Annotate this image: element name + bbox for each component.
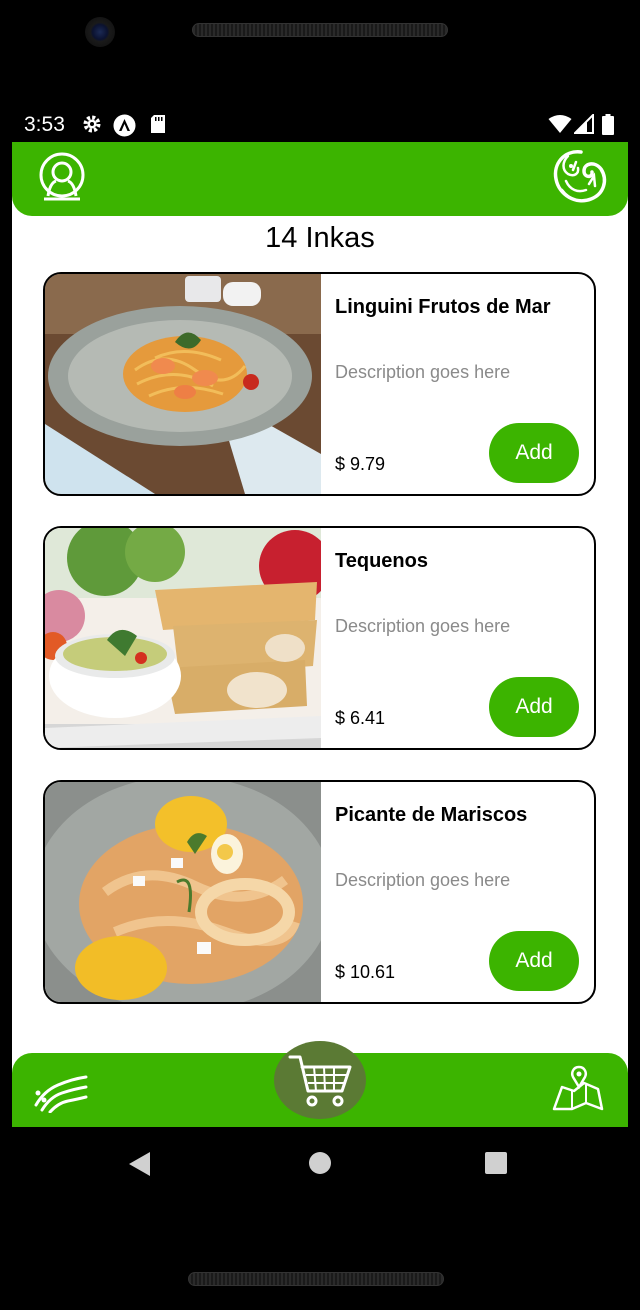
profile-icon[interactable]: [36, 151, 88, 203]
status-bar: 3:53: [12, 104, 628, 144]
back-icon[interactable]: [128, 1151, 152, 1177]
menu-item-description: Description goes here: [335, 362, 511, 382]
recents-icon[interactable]: [484, 1151, 508, 1175]
brand-logo-icon: [553, 150, 607, 203]
add-to-cart-button[interactable]: Add: [489, 931, 579, 991]
bottom-speaker: [188, 1272, 444, 1286]
app-notification-icon: [113, 114, 136, 137]
settings-icon: [83, 115, 101, 133]
menu-item-price: $ 9.79: [335, 454, 386, 474]
battery-icon: [602, 114, 614, 135]
menu-item-price: $ 10.61: [335, 962, 396, 982]
menu-item-description: Description goes here: [335, 616, 511, 636]
menu-item-description: Description goes here: [335, 870, 511, 890]
linguini-dish-image: [45, 274, 321, 494]
cart-button[interactable]: [274, 1041, 366, 1119]
top-app-bar: [12, 142, 628, 216]
wifi-icon[interactable]: [32, 1067, 90, 1113]
front-camera: [85, 17, 115, 47]
menu-item-card: Picante de Mariscos Description goes her…: [43, 780, 596, 1004]
app-screen: 14 Inkas Linguini Frutos de Mar Descript…: [12, 142, 628, 1127]
menu-item-name: Tequenos: [335, 550, 428, 572]
menu-item-price: $ 6.41: [335, 708, 386, 728]
system-navigation-bar: [12, 1127, 628, 1199]
add-to-cart-button[interactable]: Add: [489, 677, 579, 737]
add-to-cart-button[interactable]: Add: [489, 423, 579, 483]
status-time: 3:53: [24, 113, 65, 136]
page-title: 14 Inkas: [265, 222, 375, 254]
cell-signal-icon: [574, 114, 594, 134]
menu-item-name: Picante de Mariscos: [335, 804, 528, 826]
tequenos-dish-image: [45, 528, 321, 748]
wifi-signal-icon: [548, 115, 572, 133]
earpiece-speaker: [192, 23, 448, 37]
menu-item-card: Linguini Frutos de Mar Description goes …: [43, 272, 596, 496]
map-icon[interactable]: [552, 1065, 604, 1113]
picante-de-mariscos-dish-image: [45, 782, 321, 1002]
menu-item-name: Linguini Frutos de Mar: [335, 296, 551, 318]
menu-item-card: Tequenos Description goes here $ 6.41 Ad…: [43, 526, 596, 750]
cart-icon: [288, 1055, 352, 1107]
sd-card-icon: [151, 115, 165, 133]
home-icon[interactable]: [308, 1151, 332, 1175]
